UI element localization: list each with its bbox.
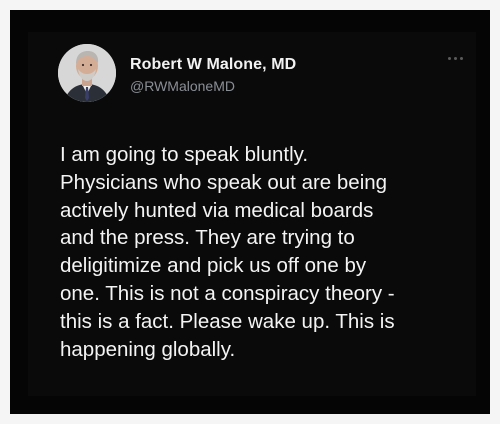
more-options-icon[interactable] [448, 54, 466, 64]
profile-photo-icon [58, 44, 116, 102]
author-name[interactable]: Robert W Malone, MD [130, 56, 296, 74]
author-handle[interactable]: @RWMaloneMD [130, 78, 235, 94]
tweet-card: Robert W Malone, MD @RWMaloneMD I am goi… [28, 32, 476, 396]
avatar[interactable] [58, 44, 116, 102]
screenshot-frame: Robert W Malone, MD @RWMaloneMD I am goi… [10, 10, 490, 414]
tweet-text: I am going to speak bluntly. Physicians … [60, 143, 395, 361]
